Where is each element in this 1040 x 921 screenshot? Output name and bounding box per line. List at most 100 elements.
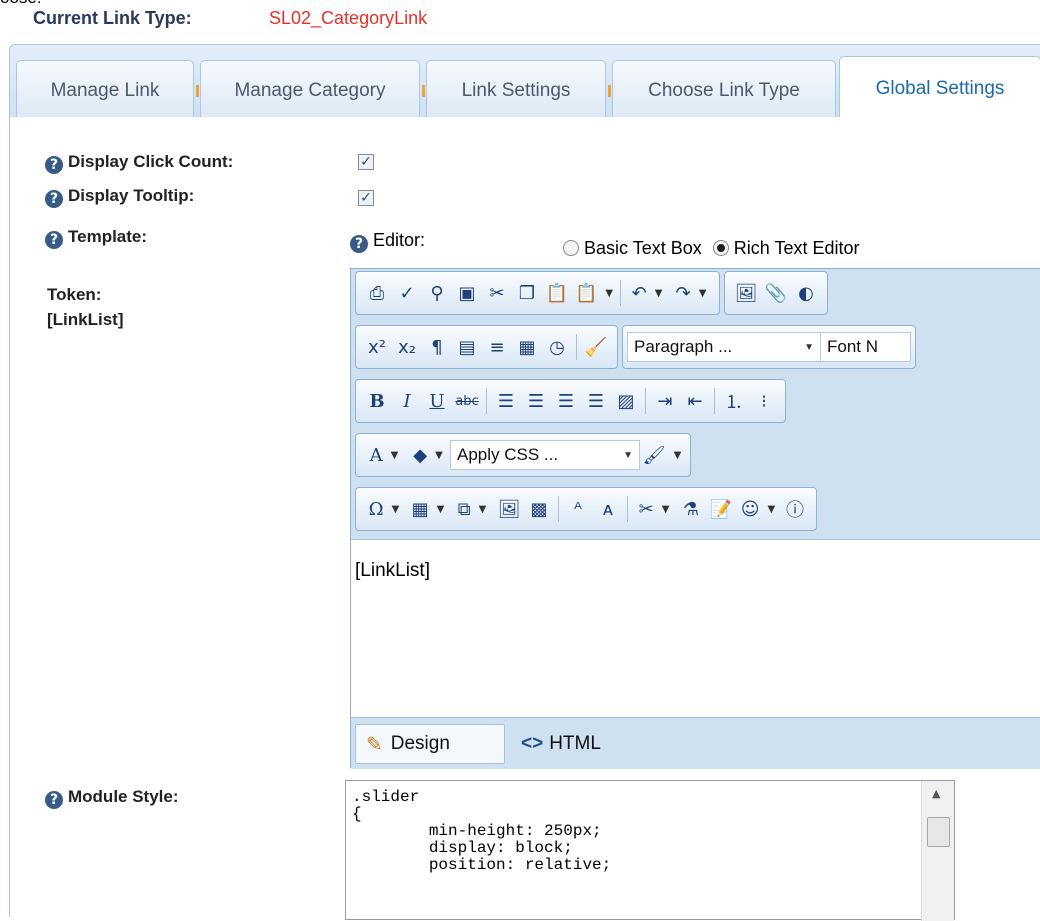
- editor-content-area[interactable]: [LinkList]: [351, 539, 1040, 717]
- align-right-icon[interactable]: ☰: [551, 386, 581, 416]
- insert-date-icon[interactable]: ▦: [512, 332, 542, 362]
- rich-text-editor-radio[interactable]: [712, 240, 729, 256]
- display-click-count-row: ? Display Click Count:: [45, 151, 233, 174]
- image-manager-icon[interactable]: 🖼: [731, 278, 761, 308]
- rich-text-editor-label: Rich Text Editor: [733, 238, 860, 258]
- page-instruction-fragment: oose:: [0, 0, 42, 8]
- module-style-label: Module Style:: [68, 787, 179, 806]
- paste-icon[interactable]: 📋: [542, 278, 572, 308]
- help-icon[interactable]: ?: [350, 235, 368, 253]
- about-icon[interactable]: ⓘ: [780, 494, 810, 524]
- current-link-type-label: Current Link Type:: [33, 8, 192, 28]
- pencil-icon: ✎: [366, 733, 383, 756]
- superscript-icon[interactable]: x²: [362, 332, 392, 362]
- image-properties-icon[interactable]: ▩: [524, 494, 554, 524]
- font-color-icon[interactable]: A ▼: [362, 440, 406, 470]
- apply-css-value: Apply CSS ...: [457, 445, 559, 464]
- insert-symbol-icon[interactable]: ⚗: [676, 494, 706, 524]
- print-icon[interactable]: ⎙: [362, 278, 392, 308]
- background-color-icon[interactable]: ◆ ▼: [406, 440, 450, 470]
- tab-choose-link-type[interactable]: Choose Link Type: [612, 60, 836, 120]
- toolbar-row-4: A ▼ ◆ ▼ Apply CSS ... ▼ 🖌 ▼: [355, 433, 691, 481]
- scroll-up-arrow-icon[interactable]: ▲: [932, 787, 940, 800]
- toolbar-row-3: B I U abc ☰ ☰ ☰ ☰ ▨ ⇥ ⇤ ⒈ ⁝: [355, 379, 786, 427]
- toolbar-divider: [627, 496, 628, 522]
- edit-document-icon[interactable]: 📝: [706, 494, 736, 524]
- outdent-icon[interactable]: ⇤: [680, 386, 710, 416]
- convert-lowercase-icon[interactable]: ᴬ: [563, 494, 593, 524]
- basic-text-box-radio[interactable]: [563, 240, 579, 256]
- horizontal-rule-icon[interactable]: ≡: [482, 332, 512, 362]
- justify-icon[interactable]: ☰: [581, 386, 611, 416]
- special-characters-icon[interactable]: Ω ▼: [362, 494, 406, 524]
- paragraph-style-value: Paragraph ...: [634, 337, 733, 356]
- italic-button[interactable]: I: [392, 386, 422, 416]
- help-icon[interactable]: ?: [45, 791, 63, 809]
- insert-time-icon[interactable]: ◷: [542, 332, 572, 362]
- editor-selector-label-row: ? Editor:: [350, 230, 425, 253]
- help-icon[interactable]: ?: [45, 190, 63, 208]
- toolbar-group-media: 🖼 📎 ◐: [724, 271, 828, 315]
- chevron-down-icon: ▼: [623, 449, 633, 461]
- align-left-icon[interactable]: ☰: [491, 386, 521, 416]
- toolbar-row-2: x² x₂ ¶ ▤ ≡ ▦ ◷ 🧹 Paragraph ... ▼ Font N: [355, 325, 916, 373]
- format-painter-icon[interactable]: 🖌 ▼: [640, 440, 684, 470]
- bold-button[interactable]: B: [362, 386, 392, 416]
- font-name-value: Font N: [827, 337, 879, 356]
- token-value: [LinkList]: [47, 310, 124, 329]
- undo-icon[interactable]: ↶ ▼: [625, 278, 669, 308]
- strikethrough-button[interactable]: abc: [452, 386, 482, 416]
- toolbar-row-5: Ω ▼ ▦ ▼ ⧉ ▼ 🖼 ▩ ᴬ ᴀ ✂ ▼ ⚗ 📝 ☺ ▼ ⓘ: [355, 487, 817, 535]
- underline-button[interactable]: U: [422, 386, 452, 416]
- numbered-list-icon[interactable]: ⒈: [719, 386, 749, 416]
- token-label: Token:: [47, 285, 102, 304]
- help-icon[interactable]: ?: [45, 156, 63, 174]
- select-all-icon[interactable]: ▣: [452, 278, 482, 308]
- tab-global-settings[interactable]: Global Settings: [839, 56, 1040, 120]
- paragraph-style-select[interactable]: Paragraph ... ▼: [627, 332, 821, 362]
- image-map-icon[interactable]: 🖼: [494, 494, 524, 524]
- copy-icon[interactable]: ❐: [512, 278, 542, 308]
- module-style-textarea[interactable]: .slider { min-height: 250px; display: bl…: [345, 780, 955, 921]
- toolbar-divider: [714, 388, 715, 414]
- emoticons-icon[interactable]: ☺ ▼: [736, 494, 780, 524]
- format-stripper-icon[interactable]: 🧹: [581, 332, 611, 362]
- tab-link-settings[interactable]: Link Settings: [426, 60, 606, 120]
- cut-icon[interactable]: ✂: [482, 278, 512, 308]
- flash-manager-icon[interactable]: ◐: [791, 278, 821, 308]
- editor-mode-bar: ✎ Design <> HTML: [351, 717, 1040, 769]
- tab-separator: [422, 85, 425, 97]
- align-center-icon[interactable]: ☰: [521, 386, 551, 416]
- document-manager-icon[interactable]: 📎: [761, 278, 791, 308]
- indent-icon[interactable]: ⇥: [650, 386, 680, 416]
- spellcheck-icon[interactable]: ✓: [392, 278, 422, 308]
- toolbar-group-text-style: B I U abc ☰ ☰ ☰ ☰ ▨ ⇥ ⇤ ⒈ ⁝: [355, 379, 786, 423]
- convert-uppercase-icon[interactable]: ᴀ: [593, 494, 623, 524]
- display-tooltip-label: Display Tooltip:: [68, 186, 195, 205]
- module-manager-icon[interactable]: ✂ ▼: [632, 494, 676, 524]
- scrollbar-thumb[interactable]: [927, 817, 950, 847]
- display-tooltip-checkbox[interactable]: ✓: [358, 190, 374, 206]
- bulleted-list-icon[interactable]: ⁝: [749, 386, 779, 416]
- display-click-count-label: Display Click Count:: [68, 152, 234, 171]
- paste-options-icon[interactable]: 📋 ▼: [572, 278, 616, 308]
- vertical-scrollbar[interactable]: ▲: [921, 781, 954, 921]
- redo-icon[interactable]: ↷ ▼: [669, 278, 713, 308]
- toolbar-group-insert: Ω ▼ ▦ ▼ ⧉ ▼ 🖼 ▩ ᴬ ᴀ ✂ ▼ ⚗ 📝 ☺ ▼ ⓘ: [355, 487, 817, 531]
- insert-form-icon[interactable]: ▤: [452, 332, 482, 362]
- insert-snippet-icon[interactable]: ⧉ ▼: [450, 494, 494, 524]
- paragraph-mark-icon[interactable]: ¶: [422, 332, 452, 362]
- toolbar-row-1: ⎙ ✓ ⚲ ▣ ✂ ❐ 📋 📋 ▼ ↶ ▼ ↷ ▼ 🖼 📎 ◐: [355, 271, 828, 319]
- help-icon[interactable]: ?: [45, 231, 63, 249]
- subscript-icon[interactable]: x₂: [392, 332, 422, 362]
- apply-css-select[interactable]: Apply CSS ... ▼: [450, 440, 640, 470]
- font-name-select[interactable]: Font N: [821, 332, 911, 362]
- insert-table-icon[interactable]: ▦ ▼: [406, 494, 450, 524]
- design-mode-button[interactable]: ✎ Design: [355, 724, 505, 764]
- html-mode-button[interactable]: <> HTML: [511, 724, 611, 764]
- tab-manage-link[interactable]: Manage Link: [16, 60, 194, 120]
- display-click-count-checkbox[interactable]: ✓: [358, 154, 374, 170]
- find-replace-icon[interactable]: ⚲: [422, 278, 452, 308]
- remove-alignment-icon[interactable]: ▨: [611, 386, 641, 416]
- tab-manage-category[interactable]: Manage Category: [200, 60, 420, 120]
